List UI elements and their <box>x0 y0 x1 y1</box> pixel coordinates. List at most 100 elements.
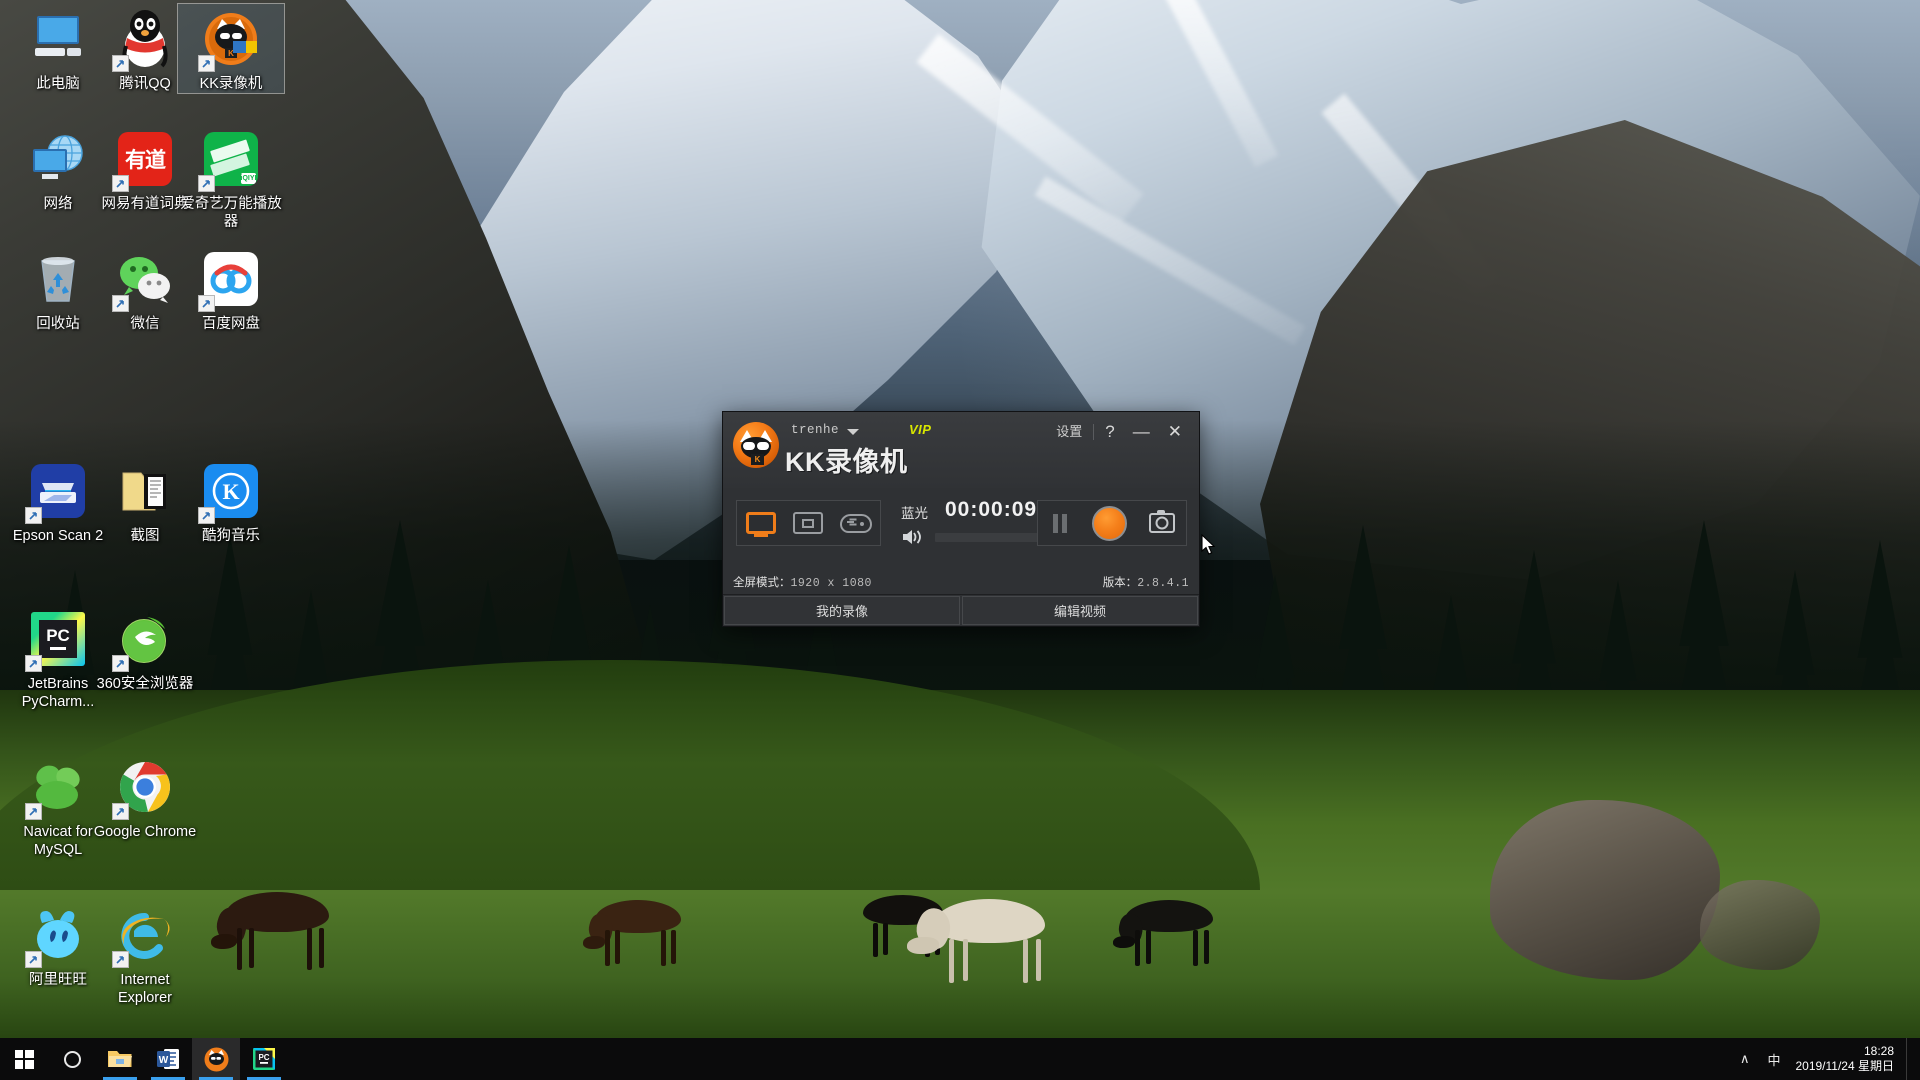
shortcut-overlay-icon <box>198 295 215 312</box>
mode-fullscreen-button[interactable] <box>741 506 781 540</box>
kk-recorder-icon: K <box>198 8 262 72</box>
desktop-icon-label: 酷狗音乐 <box>202 528 260 544</box>
gamepad-icon <box>840 513 873 533</box>
internet-explorer-icon <box>112 904 176 968</box>
desktop-icon-label: Epson Scan 2 <box>12 528 104 544</box>
recording-timer: 00:00:09 <box>945 498 1038 521</box>
volume-meter[interactable] <box>935 533 1043 542</box>
shortcut-overlay-icon <box>112 175 129 192</box>
capture-mode-group <box>736 500 881 546</box>
desktop-icon-label: Google Chrome <box>93 824 197 840</box>
shortcut-overlay-icon <box>112 803 129 820</box>
taskbar-app-kk-recorder[interactable] <box>192 1038 240 1080</box>
capture-mode-status-value: 1920 x 1080 <box>790 577 872 590</box>
show-hidden-icons-button[interactable]: ∧ <box>1731 1038 1759 1080</box>
clock-time: 18:28 <box>1863 1044 1894 1058</box>
clock-date: 2019/11/24 星期日 <box>1795 1059 1894 1073</box>
chevron-down-icon[interactable] <box>847 429 859 435</box>
speaker-icon[interactable] <box>901 528 923 546</box>
desktop-icon-kk-recorder[interactable]: K KK录像机 <box>177 3 285 94</box>
show-desktop-button[interactable] <box>1906 1038 1914 1080</box>
version-status-label: 版本： <box>1102 577 1138 589</box>
desktop-icon-label: 网络 <box>43 196 73 212</box>
desktop-icon-label: 回收站 <box>36 316 80 332</box>
taskbar-app-microsoft-word[interactable]: W <box>144 1038 192 1080</box>
shortcut-overlay-icon <box>112 295 129 312</box>
google-chrome-icon <box>112 756 176 820</box>
taskbar-clock[interactable]: 18:28 2019/11/24 星期日 <box>1789 1038 1906 1080</box>
desktop-icon-label: 360安全浏览器 <box>96 676 194 692</box>
shortcut-overlay-icon <box>25 507 42 524</box>
desktop-icon-label: 此电脑 <box>36 76 80 92</box>
wallpaper-boulder <box>1490 800 1720 980</box>
network-icon <box>27 128 89 190</box>
shortcut-overlay-icon <box>25 803 42 820</box>
kk-window-titlebar[interactable]: K trenhe VIP KK录像机 设置 ? — ✕ <box>723 412 1199 488</box>
wallpaper-horse-brown <box>583 890 705 970</box>
mode-game-button[interactable] <box>836 506 876 540</box>
region-select-icon <box>793 512 824 534</box>
ime-indicator[interactable]: 中 <box>1758 1038 1789 1080</box>
quality-label[interactable]: 蓝光 <box>901 502 928 522</box>
shortcut-overlay-icon <box>198 55 215 72</box>
capture-mode-status-label: 全屏模式： <box>733 577 791 589</box>
recycle-bin-icon <box>27 248 89 310</box>
start-button[interactable] <box>0 1038 48 1080</box>
cortana-button[interactable] <box>48 1038 96 1080</box>
taskbar-app-pycharm[interactable]: PC <box>240 1038 288 1080</box>
monitor-icon <box>745 512 776 534</box>
shortcut-overlay-icon <box>198 507 215 524</box>
desktop-icon-google-chrome[interactable]: Google Chrome <box>92 756 198 841</box>
svg-text:K: K <box>222 479 239 504</box>
record-button[interactable] <box>1092 505 1128 541</box>
edit-video-button[interactable]: 编辑视频 <box>962 596 1198 625</box>
version-status-value: 2.8.4.1 <box>1137 577 1189 590</box>
screenshot-camera-button[interactable] <box>1149 510 1176 533</box>
desktop-icon-label: 爱奇艺万能播放器 <box>180 196 282 230</box>
this-pc-icon <box>27 8 89 70</box>
kk-username[interactable]: trenhe <box>791 423 839 437</box>
tencent-qq-icon <box>112 8 176 72</box>
desktop-icon-iqiyi-player[interactable]: iQIYI 爱奇艺万能播放器 <box>178 128 284 231</box>
file-explorer-icon <box>108 1051 132 1067</box>
kk-footer-buttons: 我的录像 编辑视频 <box>723 594 1199 626</box>
vip-badge: VIP <box>909 422 932 437</box>
desktop-icon-internet-explorer[interactable]: Internet Explorer <box>92 904 198 1007</box>
wallpaper-boulder-small <box>1700 880 1820 970</box>
desktop-icon-baidu-netdisk[interactable]: 百度网盘 <box>178 248 284 333</box>
settings-button[interactable]: 设置 <box>1047 421 1091 443</box>
close-button[interactable]: ✕ <box>1159 422 1191 442</box>
youdao-dict-icon: 有道 <box>112 128 176 192</box>
minimize-button[interactable]: — <box>1124 422 1159 442</box>
kk-app-logo-icon: K <box>733 422 779 468</box>
svg-text:PC: PC <box>258 1053 269 1062</box>
taskbar-app-file-explorer[interactable] <box>96 1038 144 1080</box>
wechat-icon <box>112 248 176 312</box>
epson-scan-icon <box>25 460 89 524</box>
my-recordings-button[interactable]: 我的录像 <box>724 596 960 625</box>
shortcut-overlay-icon <box>198 175 215 192</box>
desktop-icon-kugou-music[interactable]: K 酷狗音乐 <box>178 460 284 545</box>
kk-app-title: KK录像机 <box>785 447 908 477</box>
kugou-music-icon: K <box>198 460 262 524</box>
aliwangwang-icon <box>25 904 89 968</box>
wallpaper-horse-dark-left <box>211 880 355 970</box>
desktop-icon-360-browser[interactable]: 360安全浏览器 <box>92 608 198 693</box>
version-status: 版本：2.8.4.1 <box>1103 574 1189 590</box>
pause-button[interactable] <box>1049 512 1071 534</box>
system-tray: ∧ 中 18:28 2019/11/24 星期日 <box>1731 1038 1920 1080</box>
kk-recorder-taskbar-icon <box>204 1047 228 1071</box>
kk-recorder-window[interactable]: K trenhe VIP KK录像机 设置 ? — ✕ 蓝光 00:00:09 … <box>722 411 1216 627</box>
desktop-icon-label: KK录像机 <box>199 76 263 92</box>
mode-region-button[interactable] <box>788 506 828 540</box>
window-controls: 设置 ? — ✕ <box>1047 421 1191 443</box>
iqiyi-player-icon: iQIYI <box>198 128 262 192</box>
cortana-circle-icon <box>63 1050 81 1068</box>
shortcut-overlay-icon <box>112 55 129 72</box>
help-button[interactable]: ? <box>1096 422 1123 442</box>
wallpaper-horse-white <box>905 885 1070 985</box>
desktop-icon-label: Internet Explorer <box>118 972 172 1006</box>
desktop-icon-label: 腾讯QQ <box>119 76 171 92</box>
svg-text:W: W <box>159 1055 169 1066</box>
screenshot-folder-icon <box>114 460 176 522</box>
